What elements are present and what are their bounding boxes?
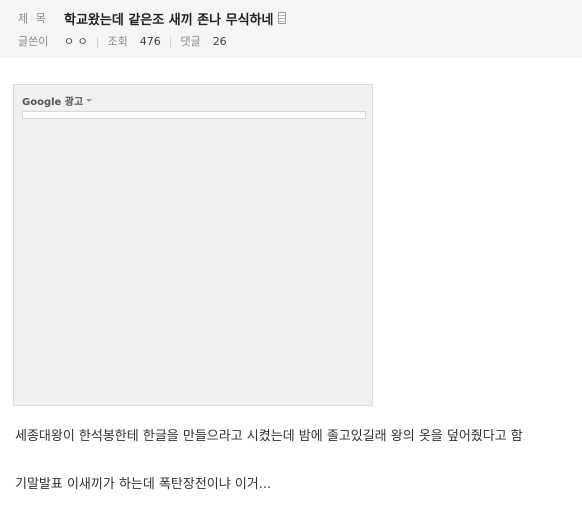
caret-down-icon bbox=[86, 99, 93, 102]
views-count: 476 bbox=[139, 34, 161, 48]
google-ad-box[interactable]: Google 광고 bbox=[13, 84, 373, 406]
title-label: 제 목 bbox=[18, 12, 48, 25]
meta-divider: | bbox=[95, 34, 100, 48]
post-body-line: 세종대왕이 한석봉한테 한글을 만들으라고 시켰는데 밤에 졸고있길래 왕의 옷… bbox=[15, 429, 523, 444]
ad-label: Google 광고 bbox=[22, 97, 84, 108]
post-header: 제 목 학교왔는데 같은조 새끼 존나 무식하네 글쓴이 ㅇ ㅇ | 조회 47… bbox=[0, 0, 582, 58]
document-icon bbox=[278, 12, 287, 24]
post-page: 제 목 학교왔는데 같은조 새끼 존나 무식하네 글쓴이 ㅇ ㅇ | 조회 47… bbox=[0, 0, 582, 512]
post-body-line: 기말발표 이새끼가 하는데 폭탄장전이냐 이거... bbox=[15, 477, 272, 492]
meta-divider: | bbox=[168, 34, 173, 48]
meta-row: 글쓴이 ㅇ ㅇ | 조회 476 | 댓글 26 bbox=[18, 33, 227, 49]
author-name[interactable]: ㅇ ㅇ bbox=[64, 33, 88, 49]
title-row: 제 목 학교왔는데 같은조 새끼 존나 무식하네 bbox=[18, 8, 287, 28]
post-title: 학교왔는데 같은조 새끼 존나 무식하네 bbox=[64, 12, 274, 28]
comments-count[interactable]: 26 bbox=[213, 35, 227, 48]
ad-header[interactable]: Google 광고 bbox=[22, 93, 93, 108]
author-label: 글쓴이 bbox=[18, 35, 49, 48]
ad-content-bar bbox=[22, 111, 366, 119]
comments-label: 댓글 bbox=[180, 35, 201, 48]
views-label: 조회 bbox=[107, 35, 128, 48]
